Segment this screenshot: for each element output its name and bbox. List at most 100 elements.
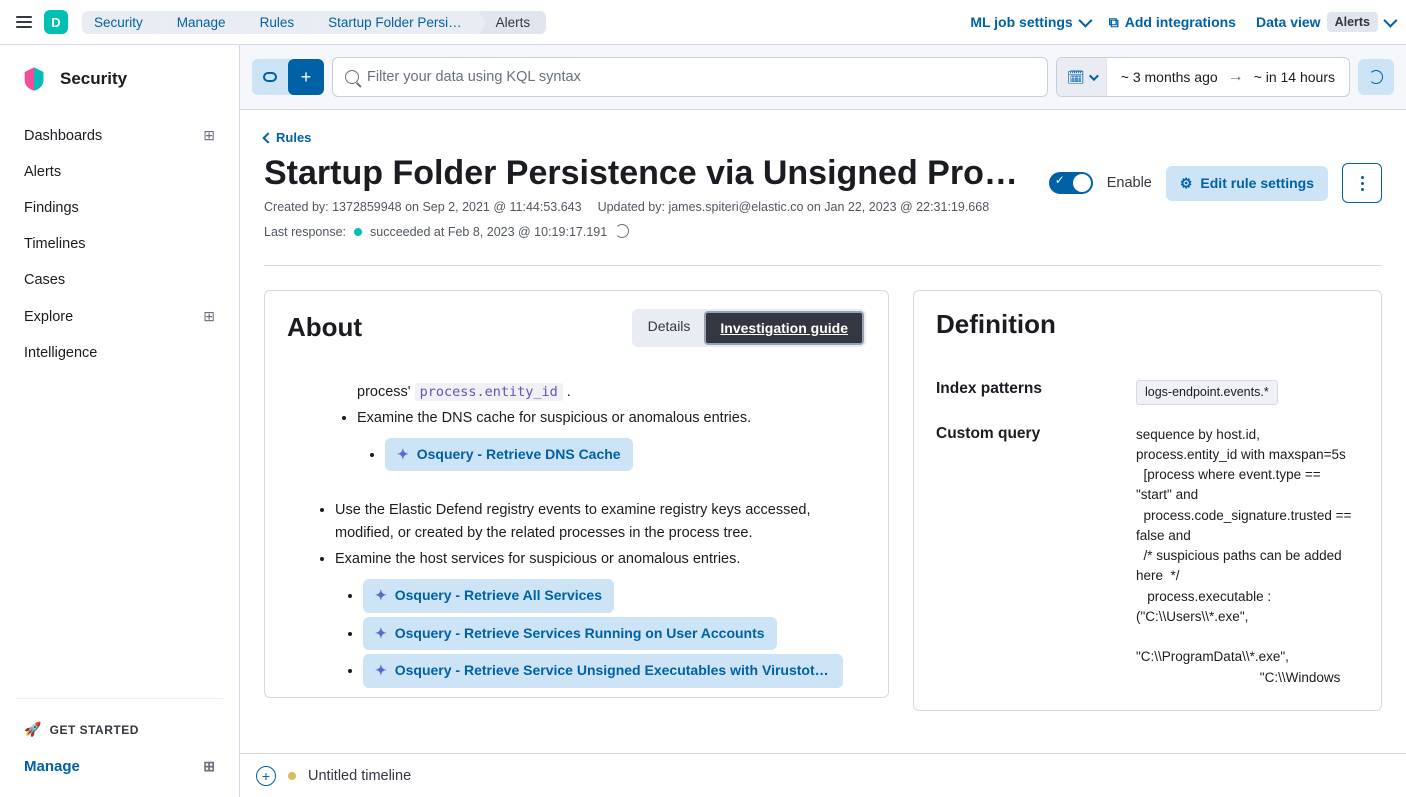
osquery-icon xyxy=(397,444,409,466)
sidebar-item-timelines[interactable]: Timelines xyxy=(0,226,239,262)
plus-icon: + xyxy=(301,67,312,88)
main: + 🗓 ~ 3 months ago → ~ in 14 hours Rules xyxy=(240,45,1406,797)
date-range-display[interactable]: ~ 3 months ago → ~ in 14 hours xyxy=(1107,68,1349,86)
filter-button[interactable] xyxy=(252,59,288,95)
last-response-label: Last response: xyxy=(264,225,346,239)
data-view-badge: Alerts xyxy=(1327,12,1378,32)
definition-title: Definition xyxy=(936,309,1056,340)
breadcrumb-manage[interactable]: Manage xyxy=(159,11,242,34)
about-panel: About Details Investigation guide proces… xyxy=(264,290,889,698)
more-actions-button[interactable] xyxy=(1342,163,1382,203)
sidebar: Security Dashboards⊞ Alerts Findings Tim… xyxy=(0,45,240,797)
chevron-down-icon xyxy=(1089,71,1099,81)
divider xyxy=(264,265,1382,266)
guide-item-services: Examine the host services for suspicious… xyxy=(335,548,858,570)
enable-label: Enable xyxy=(1107,175,1152,191)
content: Rules Startup Folder Persistence via Uns… xyxy=(240,110,1406,797)
date-range-picker[interactable]: 🗓 ~ 3 months ago → ~ in 14 hours xyxy=(1056,57,1350,97)
timeline-status-dot-icon xyxy=(288,772,296,780)
sidebar-get-started[interactable]: 🚀 GET STARTED xyxy=(16,711,223,748)
osquery-dns-cache-button[interactable]: Osquery - Retrieve DNS Cache xyxy=(385,438,633,472)
arrow-right-icon: → xyxy=(1228,68,1244,86)
calendar-icon: 🗓 xyxy=(1067,69,1085,86)
custom-query-value: sequence by host.id, process.entity_id w… xyxy=(1136,425,1359,688)
sidebar-item-cases[interactable]: Cases xyxy=(0,262,239,298)
data-view-selector[interactable]: Data view Alerts xyxy=(1256,12,1394,32)
calendar-button[interactable]: 🗓 xyxy=(1057,58,1107,96)
updated-by-text: Updated by: james.spiteri@elastic.co on … xyxy=(598,200,990,214)
timeline-title[interactable]: Untitled timeline xyxy=(308,768,411,784)
ml-job-settings-link[interactable]: ML job settings xyxy=(970,14,1088,30)
page-header: Startup Folder Persistence via Unsigned … xyxy=(264,153,1382,241)
code-process-entity-id: process.entity_id xyxy=(415,383,563,401)
filter-icon xyxy=(263,72,277,82)
sidebar-item-intelligence[interactable]: Intelligence xyxy=(0,335,239,371)
refresh-button[interactable] xyxy=(1358,59,1394,95)
header-right: ML job settings Add integrations Data vi… xyxy=(970,12,1394,32)
guide-text-process: process' process.entity_id . xyxy=(357,381,858,403)
chevron-down-icon xyxy=(1383,14,1397,28)
osquery-all-services-button[interactable]: Osquery - Retrieve All Services xyxy=(363,579,614,613)
breadcrumb-rule-name[interactable]: Startup Folder Persi… xyxy=(310,11,478,34)
rocket-icon: 🚀 xyxy=(24,721,42,737)
enable-toggle[interactable] xyxy=(1049,172,1093,194)
custom-query-label: Custom query xyxy=(936,425,1116,443)
add-timeline-button[interactable]: + xyxy=(256,766,276,786)
menu-toggle-icon[interactable] xyxy=(12,10,36,34)
created-by-text: Created by: 1372859948 on Sep 2, 2021 @ … xyxy=(264,200,582,214)
security-logo-icon xyxy=(20,65,48,93)
tab-investigation-guide[interactable]: Investigation guide xyxy=(704,311,864,345)
breadcrumbs: Security Manage Rules Startup Folder Per… xyxy=(82,11,546,34)
query-bar: + 🗓 ~ 3 months ago → ~ in 14 hours xyxy=(240,45,1406,110)
add-filter-button[interactable]: + xyxy=(288,59,324,95)
kql-input[interactable] xyxy=(367,69,1035,85)
panels: About Details Investigation guide proces… xyxy=(264,290,1382,711)
chevron-left-icon xyxy=(262,132,273,143)
sidebar-manage[interactable]: Manage⊞ xyxy=(16,748,223,785)
breadcrumb-rules[interactable]: Rules xyxy=(242,11,311,34)
space-avatar[interactable]: D xyxy=(44,10,68,34)
page-actions: Enable Edit rule settings xyxy=(1049,153,1382,203)
definition-panel: Definition Index patterns logs-endpoint.… xyxy=(913,290,1382,711)
sidebar-item-dashboards[interactable]: Dashboards⊞ xyxy=(0,117,239,154)
page-title: Startup Folder Persistence via Unsigned … xyxy=(264,153,1033,194)
add-integrations-link[interactable]: Add integrations xyxy=(1109,14,1236,31)
about-title: About xyxy=(287,312,362,343)
back-to-rules-link[interactable]: Rules xyxy=(264,130,1382,145)
sidebar-item-alerts[interactable]: Alerts xyxy=(0,154,239,190)
guide-item-dns: Examine the DNS cache for suspicious or … xyxy=(357,407,858,429)
refresh-icon xyxy=(1369,70,1383,84)
osquery-icon xyxy=(375,585,387,607)
osquery-user-services-button[interactable]: Osquery - Retrieve Services Running on U… xyxy=(363,617,777,651)
tab-details[interactable]: Details xyxy=(634,311,705,345)
top-header: D Security Manage Rules Startup Folder P… xyxy=(0,0,1406,45)
sidebar-title: Security xyxy=(0,65,239,117)
breadcrumb-alerts: Alerts xyxy=(478,11,547,34)
integrations-icon xyxy=(1109,14,1119,31)
gear-icon xyxy=(1180,175,1193,192)
guide-item-registry: Use the Elastic Defend registry events t… xyxy=(335,499,858,544)
kql-search-box[interactable] xyxy=(332,57,1048,97)
search-icon xyxy=(345,70,359,84)
edit-rule-button[interactable]: Edit rule settings xyxy=(1166,166,1328,201)
status-dot-icon xyxy=(354,228,362,236)
breadcrumb-security[interactable]: Security xyxy=(82,11,159,34)
osquery-icon xyxy=(375,660,387,682)
sidebar-item-explore[interactable]: Explore⊞ xyxy=(0,298,239,335)
sidebar-item-findings[interactable]: Findings xyxy=(0,190,239,226)
timeline-bar: + Untitled timeline xyxy=(240,753,1406,797)
sidebar-bottom: 🚀 GET STARTED Manage⊞ xyxy=(16,698,223,797)
index-patterns-label: Index patterns xyxy=(936,380,1116,398)
refresh-icon xyxy=(615,224,629,238)
index-pattern-badge: logs-endpoint.events.* xyxy=(1136,380,1278,405)
chevron-down-icon xyxy=(1078,14,1092,28)
sidebar-nav: Dashboards⊞ Alerts Findings Timelines Ca… xyxy=(0,117,239,698)
osquery-virustotal-button[interactable]: Osquery - Retrieve Service Unsigned Exec… xyxy=(363,654,843,688)
ml-label: ML job settings xyxy=(970,14,1072,30)
grid-icon: ⊞ xyxy=(203,127,215,144)
refresh-status-button[interactable] xyxy=(615,224,629,241)
grid-icon: ⊞ xyxy=(203,308,215,325)
osquery-icon xyxy=(375,623,387,645)
last-response-value: succeeded at Feb 8, 2023 @ 10:19:17.191 xyxy=(370,225,607,239)
about-tabs: Details Investigation guide xyxy=(632,309,866,347)
